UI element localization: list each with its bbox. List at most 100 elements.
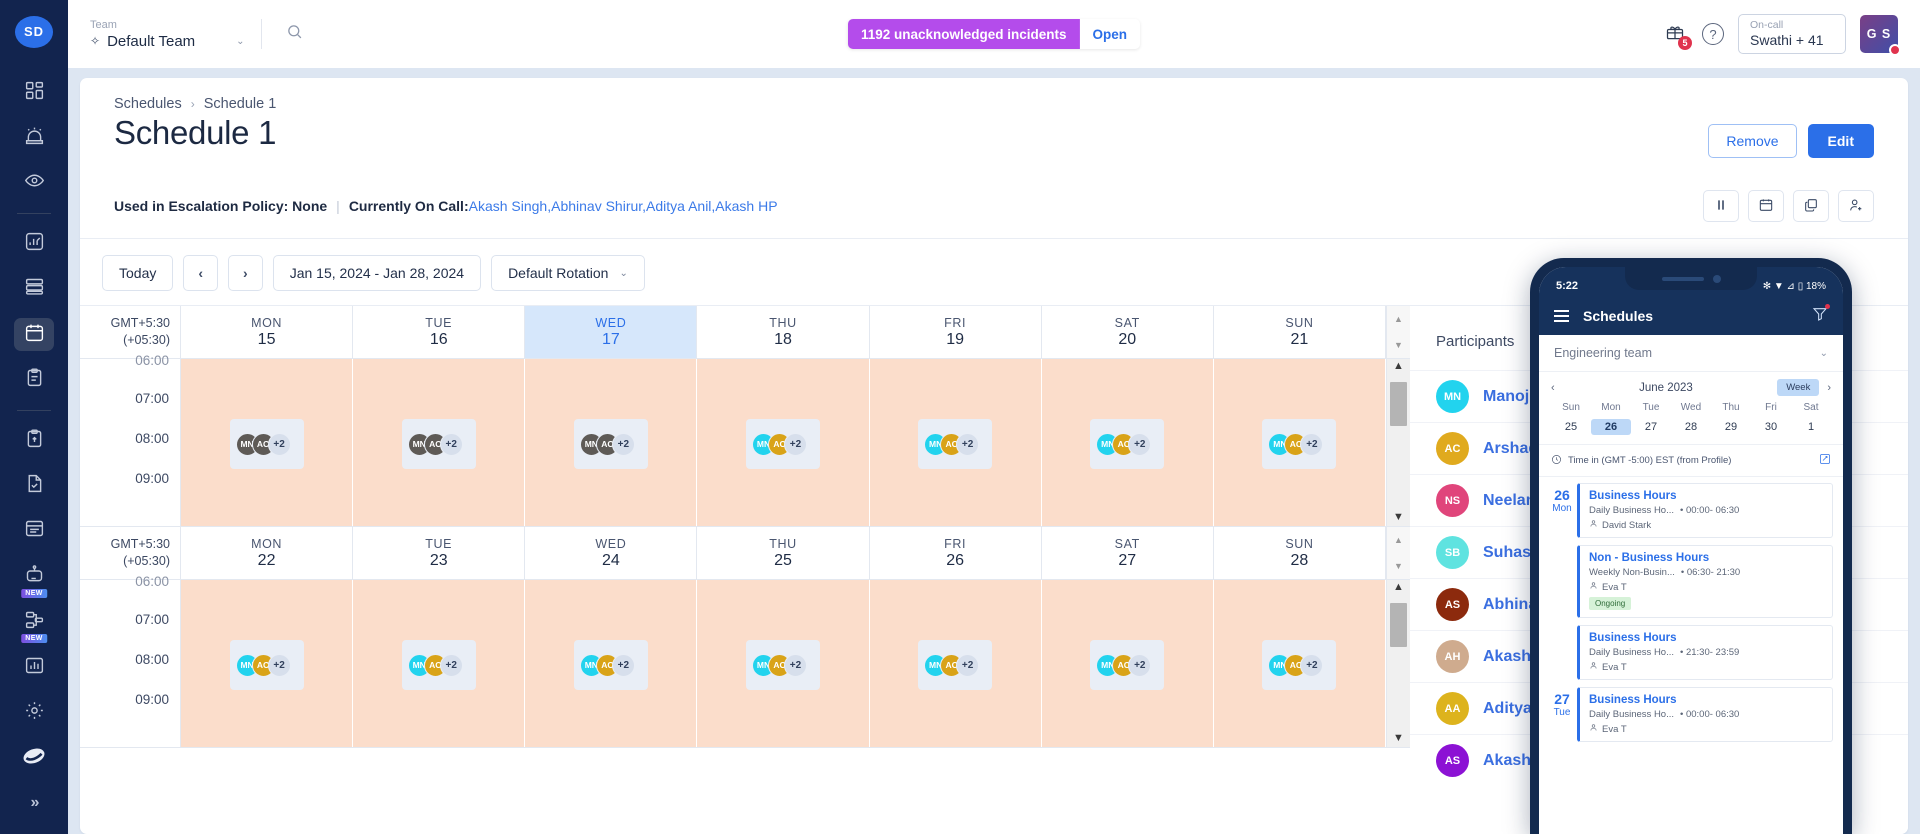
app-logo[interactable]: SD xyxy=(15,16,53,48)
chevron-down-icon[interactable]: ▼ xyxy=(1394,561,1403,571)
incident-banner[interactable]: 1192 unacknowledged incidents Open xyxy=(847,19,1141,49)
pause-schedule-button[interactable] xyxy=(1703,190,1739,222)
scroll-down-icon[interactable]: ▼ xyxy=(1393,512,1404,523)
calendar-cell-thu-18[interactable]: MN AC +2 xyxy=(697,359,870,526)
date-range-button[interactable]: Jan 15, 2024 - Jan 28, 2024 xyxy=(272,255,482,291)
oncall-widget[interactable]: On-call Swathi + 41 xyxy=(1738,13,1846,55)
day-header-tue-16[interactable]: TUE 16 xyxy=(353,306,526,358)
search-button[interactable] xyxy=(278,17,312,51)
phone-date[interactable]: 25 xyxy=(1551,419,1591,435)
sidebar-item-analytics[interactable] xyxy=(14,227,54,260)
calendar-cell-fri-26[interactable]: MN AC +2 xyxy=(869,580,1042,747)
calendar-cell-mon-15[interactable]: MN AC +2 xyxy=(181,359,354,526)
next-period-button[interactable]: › xyxy=(228,255,263,291)
phone-view-toggle[interactable]: Week xyxy=(1777,379,1820,396)
shift-chip[interactable]: MN AC +2 xyxy=(745,640,820,690)
scroll-down-icon[interactable]: ▼ xyxy=(1393,733,1404,744)
rotation-select[interactable]: Default Rotation ⌄ xyxy=(491,255,645,291)
shift-chip[interactable]: MN AC +2 xyxy=(918,640,993,690)
expand-rail-button[interactable]: » xyxy=(31,784,40,834)
filter-button[interactable] xyxy=(1812,303,1830,327)
day-header-thu-18[interactable]: THU 18 xyxy=(697,306,870,358)
phone-team-select[interactable]: Engineering team ⌄ xyxy=(1539,335,1843,372)
scrollbar-thumb[interactable] xyxy=(1389,603,1407,647)
chevron-up-icon[interactable]: ▲ xyxy=(1394,535,1403,545)
calendar-cell-fri-19[interactable]: MN AC +2 xyxy=(869,359,1042,526)
shift-chip[interactable]: MN AC +2 xyxy=(229,640,304,690)
sidebar-item-runbooks[interactable] xyxy=(14,424,54,457)
today-button[interactable]: Today xyxy=(102,255,174,291)
add-participant-button[interactable] xyxy=(1838,190,1874,222)
shift-chip[interactable]: MN AC +2 xyxy=(918,419,993,469)
team-selector[interactable]: Team ✧ Default Team ⌄ xyxy=(90,18,245,51)
day-header-sat-27[interactable]: SAT 27 xyxy=(1042,527,1214,579)
phone-date[interactable]: 29 xyxy=(1711,419,1751,435)
remove-button[interactable]: Remove xyxy=(1708,124,1797,158)
day-header-wed-24[interactable]: WED 24 xyxy=(525,527,698,579)
phone-schedule-list[interactable]: 26 Mon Business Hours Daily Business Ho.… xyxy=(1539,477,1843,834)
phone-event-card[interactable]: Business Hours Daily Business Ho... • 21… xyxy=(1577,625,1833,680)
day-header-tue-23[interactable]: TUE 23 xyxy=(353,527,526,579)
calendar-scrollbar-week-1[interactable]: ▲ ▼ xyxy=(1385,359,1410,526)
help-button[interactable]: ? xyxy=(1702,23,1724,45)
brand-mark-icon[interactable] xyxy=(14,736,54,776)
calendar-scrollbar-header-2[interactable]: ▲ ▼ xyxy=(1385,527,1410,579)
sidebar-item-postmortem[interactable] xyxy=(14,363,54,396)
calendar-cell-wed-24[interactable]: MN AC +2 xyxy=(525,580,698,747)
sidebar-item-settings[interactable] xyxy=(14,697,54,730)
phone-event-card[interactable]: Business Hours Daily Business Ho... • 00… xyxy=(1577,687,1833,742)
day-header-sun-28[interactable]: SUN 28 xyxy=(1214,527,1386,579)
calendar-scrollbar-header[interactable]: ▲ ▼ xyxy=(1385,306,1410,358)
phone-prev-button[interactable]: ‹ xyxy=(1551,382,1555,394)
day-header-fri-26[interactable]: FRI 26 xyxy=(870,527,1042,579)
scroll-up-icon[interactable]: ▲ xyxy=(1393,582,1404,593)
sidebar-item-automation[interactable]: NEW xyxy=(14,560,54,598)
shift-chip[interactable]: MN AC +2 xyxy=(1262,419,1337,469)
sidebar-item-status-page[interactable] xyxy=(14,515,54,548)
phone-event-card[interactable]: Non - Business Hours Weekly Non-Busin...… xyxy=(1577,545,1833,618)
phone-date[interactable]: 28 xyxy=(1671,419,1711,435)
calendar-cell-sat-27[interactable]: MN AC +2 xyxy=(1041,580,1214,747)
day-header-fri-19[interactable]: FRI 19 xyxy=(870,306,1042,358)
shift-chip[interactable]: MN AC +2 xyxy=(1090,640,1165,690)
sidebar-item-watch[interactable] xyxy=(14,167,54,200)
phone-date[interactable]: 27 xyxy=(1631,419,1671,435)
user-avatar[interactable]: G S xyxy=(1860,15,1901,56)
prev-period-button[interactable]: ‹ xyxy=(183,255,219,291)
chevron-up-icon[interactable]: ▲ xyxy=(1394,314,1403,324)
calendar-scrollbar-week-2[interactable]: ▲ ▼ xyxy=(1385,580,1410,747)
whats-new-button[interactable]: 5 xyxy=(1662,21,1692,50)
shift-chip[interactable]: MN AC +2 xyxy=(745,419,820,469)
phone-event-card[interactable]: Business Hours Daily Business Ho... • 00… xyxy=(1577,483,1833,538)
scroll-up-icon[interactable]: ▲ xyxy=(1393,361,1404,372)
clone-schedule-button[interactable] xyxy=(1793,190,1829,222)
calendar-cell-sun-28[interactable]: MN AC +2 xyxy=(1213,580,1386,747)
phone-date-selected[interactable]: 26 xyxy=(1591,419,1631,435)
phone-date[interactable]: 1 xyxy=(1791,419,1831,435)
sidebar-item-tasks[interactable] xyxy=(14,469,54,502)
scrollbar-thumb[interactable] xyxy=(1389,382,1407,426)
phone-date[interactable]: 30 xyxy=(1751,419,1791,435)
day-header-sun-21[interactable]: SUN 21 xyxy=(1214,306,1386,358)
calendar-cell-wed-17[interactable]: MN AC +2 xyxy=(525,359,698,526)
shift-chip[interactable]: MN AC +2 xyxy=(401,419,476,469)
edit-button[interactable]: Edit xyxy=(1807,124,1874,158)
sidebar-item-schedules[interactable] xyxy=(14,317,54,352)
sidebar-item-reports[interactable] xyxy=(14,651,54,684)
calendar-cell-sun-21[interactable]: MN AC +2 xyxy=(1213,359,1386,526)
chevron-down-icon[interactable]: ▼ xyxy=(1394,340,1403,350)
incident-banner-open-link[interactable]: Open xyxy=(1079,19,1141,49)
calendar-cell-mon-22[interactable]: MN AC +2 xyxy=(181,580,354,747)
day-header-wed-17[interactable]: WED 17 xyxy=(525,306,698,358)
hamburger-menu-icon[interactable] xyxy=(1554,310,1569,322)
calendar-cell-tue-16[interactable]: MN AC +2 xyxy=(353,359,526,526)
phone-next-button[interactable]: › xyxy=(1827,382,1831,394)
calendar-view-button[interactable] xyxy=(1748,190,1784,222)
day-header-thu-25[interactable]: THU 25 xyxy=(697,527,870,579)
sidebar-item-services[interactable] xyxy=(14,273,54,306)
calendar-cell-thu-25[interactable]: MN AC +2 xyxy=(697,580,870,747)
shift-chip[interactable]: MN AC +2 xyxy=(1262,640,1337,690)
day-header-mon-15[interactable]: MON 15 xyxy=(181,306,354,358)
day-header-sat-20[interactable]: SAT 20 xyxy=(1042,306,1214,358)
shift-chip[interactable]: MN AC +2 xyxy=(573,640,648,690)
